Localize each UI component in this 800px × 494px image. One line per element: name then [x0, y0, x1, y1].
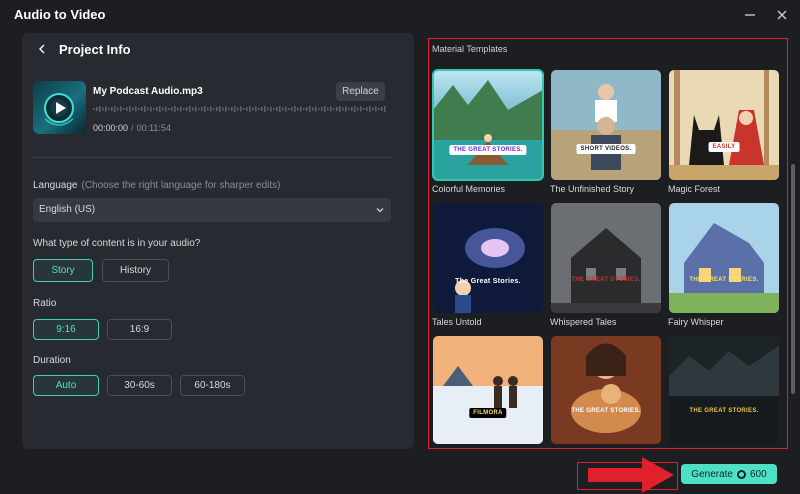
template-filmora[interactable]: FILMORA [433, 336, 543, 444]
template-caption: Magic Forest [668, 184, 721, 194]
template-caption: Colorful Memories [432, 184, 506, 194]
total-time: 00:11:54 [136, 123, 171, 133]
project-info-panel: Project Info My Podcast Audio.mp3 Replac… [22, 33, 414, 449]
template-dark-night[interactable]: THE GREAT STORIES. [669, 336, 779, 444]
content-type-story[interactable]: Story [33, 259, 93, 282]
template-the-unfinished-story[interactable]: SHORT VIDEOS. [551, 70, 661, 180]
template-image [669, 336, 779, 444]
template-image [669, 203, 779, 313]
chevron-down-icon [376, 208, 384, 213]
ratio-9-16[interactable]: 9:16 [33, 319, 99, 340]
content-type-label: What type of content is in your audio? [33, 238, 201, 249]
template-badge: THE GREAT STORIES. [449, 145, 527, 155]
audio-file-name: My Podcast Audio.mp3 [93, 86, 203, 97]
time-separator: / [131, 123, 134, 133]
template-image [551, 70, 661, 180]
template-whispered-tales[interactable]: THE GREAT STORIES. [551, 203, 661, 313]
template-image [433, 70, 543, 180]
template-image [551, 336, 661, 444]
close-icon [777, 10, 787, 20]
duration-30-60s[interactable]: 30-60s [107, 375, 172, 396]
credit-coin-icon [737, 469, 746, 479]
template-badge: THE GREAT STORIES. [571, 408, 641, 414]
replace-button[interactable]: Replace [336, 82, 385, 101]
template-caption: Whispered Tales [550, 317, 617, 327]
ratio-label: Ratio [33, 298, 57, 309]
ratio-16-9[interactable]: 16:9 [107, 319, 172, 340]
duration-label: Duration [33, 355, 71, 366]
language-hint: (Choose the right language for sharper e… [81, 180, 281, 191]
generate-button[interactable]: Generate 600 [681, 464, 777, 484]
templates-scrollbar-thumb[interactable] [791, 164, 795, 394]
template-badge: SHORT VIDEOS. [576, 144, 636, 154]
audio-waveform[interactable] [93, 105, 386, 113]
back-button[interactable] [34, 41, 50, 57]
template-badge: EASILY [708, 142, 740, 152]
red-arrow-icon [588, 457, 674, 493]
template-image [433, 336, 543, 444]
template-caption: Fairy Whisper [668, 317, 724, 327]
template-image [433, 203, 543, 313]
language-value: English (US) [39, 204, 96, 215]
template-cozy-dog[interactable]: THE GREAT STORIES. [551, 336, 661, 444]
close-button[interactable] [771, 4, 793, 26]
template-badge: THE GREAT STORIES. [571, 277, 641, 283]
duration-60-180s[interactable]: 60-180s [180, 375, 245, 396]
material-templates-panel: Material Templates THE GREAT STORIES. Co… [428, 38, 788, 449]
template-badge: THE GREAT STORIES. [689, 408, 759, 414]
template-badge: THE GREAT STORIES. [689, 277, 759, 283]
template-image [669, 70, 779, 180]
templates-heading: Material Templates [432, 44, 508, 54]
chevron-left-icon [39, 44, 45, 54]
language-label-row: Language (Choose the right language for s… [33, 180, 281, 191]
generate-label: Generate [691, 468, 733, 480]
minimize-button[interactable] [739, 4, 761, 26]
generate-credits: 600 [750, 468, 767, 480]
template-caption: Tales Untold [432, 317, 482, 327]
template-caption: The Unfinished Story [550, 184, 635, 194]
template-colorful-memories[interactable]: THE GREAT STORIES. [432, 69, 544, 181]
content-type-history[interactable]: History [102, 259, 169, 282]
current-time: 00:00:00 [93, 123, 129, 133]
minimize-icon [745, 14, 755, 16]
language-select[interactable]: English (US) [33, 198, 391, 222]
template-badge: FILMORA [469, 408, 507, 418]
section-divider [33, 157, 391, 158]
playback-time: 00:00:00/00:11:54 [93, 123, 171, 133]
template-tales-untold[interactable]: The Great Stories. [433, 203, 543, 313]
panel-title: Project Info [59, 42, 131, 57]
template-magic-forest[interactable]: EASILY [669, 70, 779, 180]
duration-auto[interactable]: Auto [33, 375, 99, 396]
template-badge: The Great Stories. [455, 278, 521, 285]
template-fairy-whisper[interactable]: THE GREAT STORIES. [669, 203, 779, 313]
template-image [551, 203, 661, 313]
audio-thumbnail [33, 81, 86, 134]
window-title: Audio to Video [14, 7, 106, 22]
language-label: Language [33, 180, 78, 191]
title-bar: Audio to Video [0, 0, 800, 30]
